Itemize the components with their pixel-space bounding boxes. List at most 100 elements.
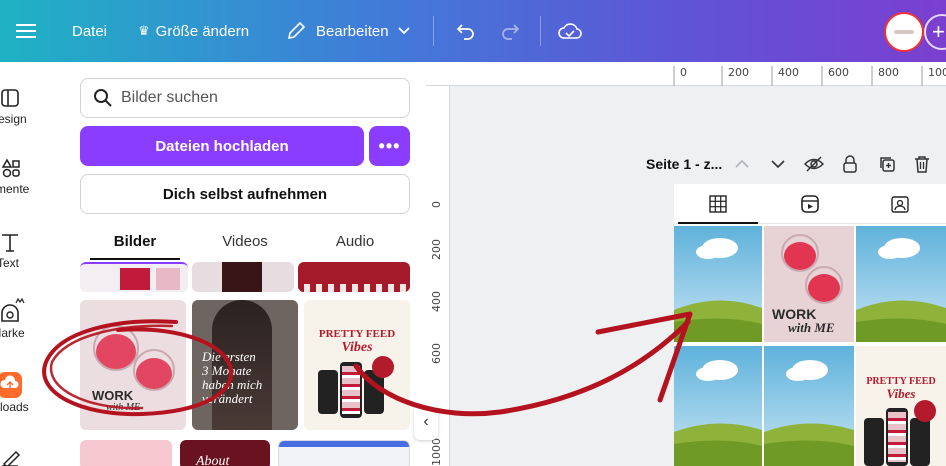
upload-thumbnail-about[interactable]: About <box>180 440 270 466</box>
thumb-with-me-text: with ME <box>106 402 141 413</box>
ruler-top-label: 200 <box>728 66 749 79</box>
duplicate-page-button[interactable] <box>878 150 896 178</box>
rail-item-design[interactable]: Design <box>0 84 40 126</box>
file-menu[interactable]: Datei <box>72 0 107 62</box>
upload-thumbnail[interactable] <box>80 262 188 292</box>
resize-label: Größe ändern <box>155 22 250 40</box>
upload-thumbnail-die-ersten[interactable]: Die ersten 3 Monate haben mich verändert <box>192 300 298 430</box>
toolbar-divider <box>433 16 434 46</box>
undo-icon <box>456 24 474 40</box>
file-menu-label: Datei <box>72 22 108 40</box>
redo-icon <box>502 24 520 40</box>
redo-button[interactable] <box>500 0 520 62</box>
crown-icon: ♛ <box>138 23 150 38</box>
grid-tile-landscape[interactable] <box>764 346 854 466</box>
tagged-view-tab[interactable] <box>888 192 912 216</box>
upload-thumbnail-screenshot[interactable] <box>278 440 410 466</box>
chevron-down-icon <box>771 160 785 169</box>
tab-label: Audio <box>335 232 375 250</box>
tab-images[interactable]: Bilder <box>80 224 190 258</box>
thumb-line-3: haben mich <box>202 377 263 392</box>
rail-label: Design <box>0 112 27 126</box>
avatar-logo-icon <box>894 30 914 34</box>
ruler-ticks <box>673 66 923 86</box>
left-rail: Design lemente Text Marke Jploads <box>0 62 64 466</box>
upload-thumbnail-pretty-feed[interactable]: PRETTY FEED Vibes <box>304 300 410 430</box>
plus-icon: + <box>932 19 945 44</box>
edit-button[interactable]: Bearbeiten <box>286 0 411 62</box>
lock-page-button[interactable] <box>842 150 858 178</box>
avatar[interactable] <box>884 12 924 52</box>
landscape-image <box>674 238 762 342</box>
ruler-top-label: 400 <box>778 66 799 79</box>
record-yourself-button[interactable]: Dich selbst aufnehmen <box>80 174 410 214</box>
cloud-save-status[interactable] <box>558 0 582 62</box>
tab-label: Videos <box>222 232 268 250</box>
upload-thumbnail[interactable] <box>80 440 172 466</box>
thumb-line-4: verändert <box>202 391 253 406</box>
rail-item-text[interactable]: Text <box>0 228 40 270</box>
active-tab-indicator <box>90 258 180 260</box>
rail-label: lemente <box>0 182 30 196</box>
tab-audio[interactable]: Audio <box>300 224 410 258</box>
add-collaborator-button[interactable]: + <box>924 14 946 50</box>
chevron-up-icon <box>735 159 749 168</box>
ruler-corner <box>426 62 452 86</box>
elements-icon <box>1 158 20 178</box>
rail-item-uploads[interactable]: Jploads <box>0 372 40 414</box>
delete-page-button[interactable] <box>914 150 930 178</box>
reels-view-tab[interactable] <box>798 192 822 216</box>
search-input[interactable]: Bilder suchen <box>80 78 410 118</box>
rail-item-draw[interactable] <box>0 442 40 466</box>
ruler-top-label: 600 <box>828 66 849 79</box>
design-icon <box>1 89 19 107</box>
media-tabs: Bilder Videos Audio <box>80 224 410 260</box>
edit-label: Bearbeiten <box>316 22 389 40</box>
upload-thumbnail-work-with-me[interactable]: WORK with ME <box>80 300 186 430</box>
hamburger-icon <box>16 24 36 38</box>
thumb-work-text: WORK <box>92 388 134 403</box>
upload-thumbnail[interactable] <box>192 262 294 292</box>
grid-tile-landscape[interactable] <box>674 226 762 342</box>
page-up-button[interactable] <box>734 150 750 178</box>
ruler-top-label: 0 <box>680 66 687 79</box>
upload-files-button[interactable]: Dateien hochladen <box>80 126 364 166</box>
design-page[interactable]: WORK with ME PRETTY FEED Vibes <box>674 184 946 466</box>
upload-files-label: Dateien hochladen <box>155 137 289 155</box>
thumb-line-1: Die ersten <box>202 349 256 364</box>
chevron-left-icon: ‹ <box>423 413 429 430</box>
more-options-button[interactable]: ••• <box>369 126 410 166</box>
landscape-image <box>674 360 762 466</box>
ruler-top-label: 800 <box>878 66 899 79</box>
grid-tile-pretty-feed[interactable]: PRETTY FEED Vibes <box>856 346 946 466</box>
menu-button[interactable] <box>16 0 36 62</box>
page-down-button[interactable] <box>770 150 786 178</box>
rail-label: Jploads <box>0 400 29 414</box>
grid-tile-landscape[interactable] <box>674 346 762 466</box>
upload-thumbnail[interactable] <box>298 262 410 292</box>
text-icon <box>2 234 18 252</box>
eye-off-icon <box>804 156 824 172</box>
brand-icon <box>1 298 25 322</box>
page-title[interactable]: Seite 1 - z... <box>646 156 722 172</box>
record-yourself-label: Dich selbst aufnehmen <box>162 185 328 203</box>
collapse-panel-button[interactable]: ‹ <box>414 404 438 440</box>
thumb-vibes-text: Vibes <box>341 340 373 355</box>
undo-button[interactable] <box>456 0 476 62</box>
top-bar: Datei ♛ Größe ändern Bearbeiten + <box>0 0 946 62</box>
cloud-check-icon <box>558 23 582 39</box>
ruler-left-label: 200 <box>430 239 443 260</box>
rail-item-brand[interactable]: Marke <box>0 298 40 340</box>
thumb-pretty-text: PRETTY FEED <box>318 328 396 340</box>
grid-tile-landscape[interactable] <box>856 226 946 342</box>
resize-button[interactable]: ♛ Größe ändern <box>138 0 249 62</box>
hide-page-button[interactable] <box>804 150 824 178</box>
tab-videos[interactable]: Videos <box>190 224 300 258</box>
ruler-top: 0 200 400 600 800 100 <box>452 62 946 86</box>
grid-tile-work-with-me[interactable]: WORK with ME <box>764 226 854 342</box>
search-placeholder: Bilder suchen <box>121 89 218 106</box>
chevron-down-icon <box>397 27 410 35</box>
reels-icon <box>801 195 819 213</box>
rail-item-elements[interactable]: lemente <box>0 154 40 196</box>
grid-view-tab[interactable] <box>706 192 730 216</box>
